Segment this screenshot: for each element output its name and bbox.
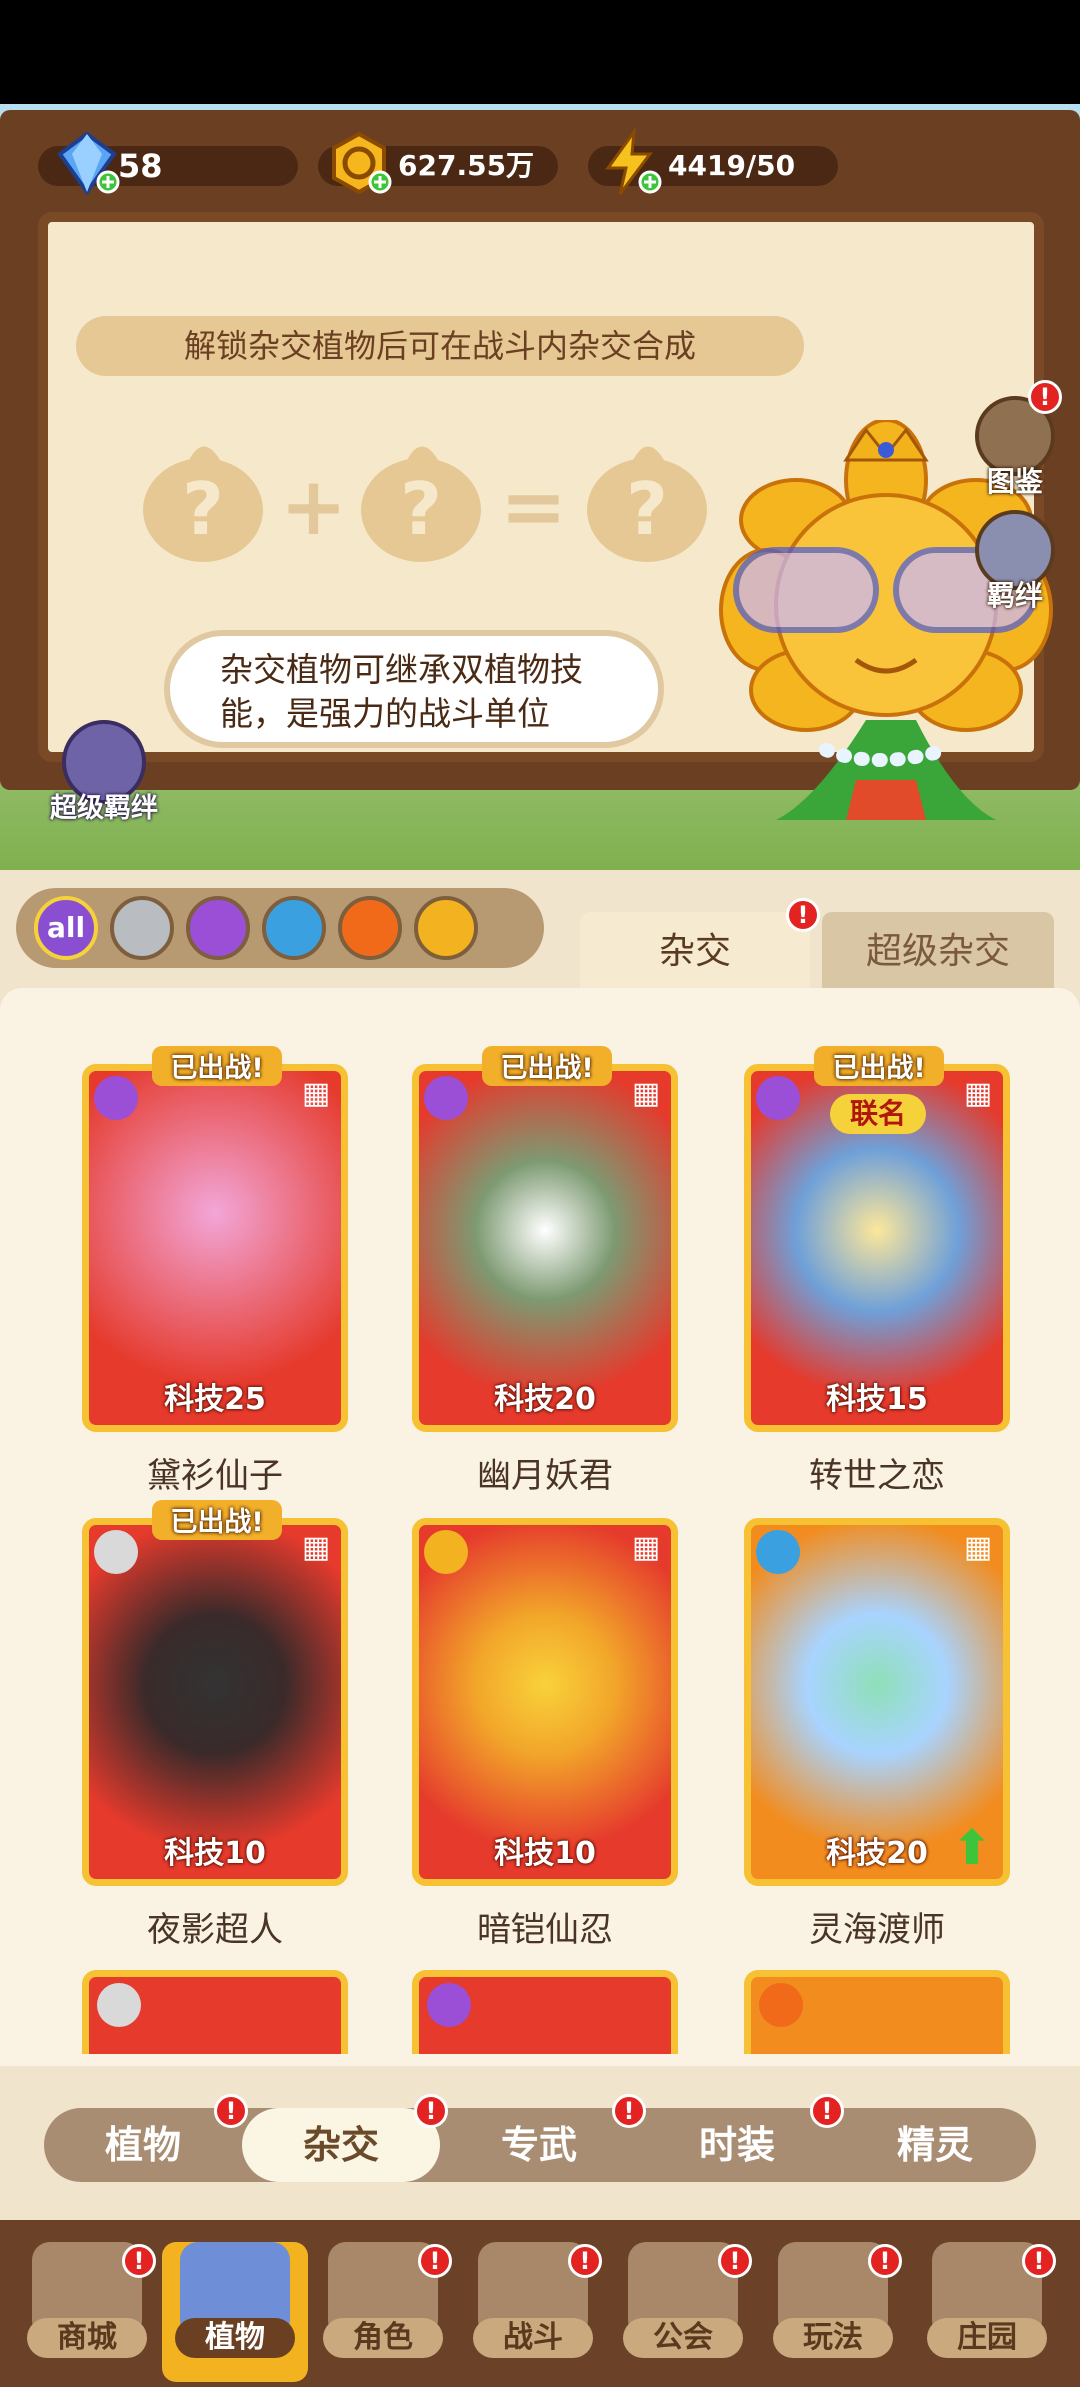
status-bar bbox=[0, 0, 1080, 104]
subnav-costume[interactable]: 时装 bbox=[638, 2108, 836, 2182]
subnav-plants[interactable]: 植物 bbox=[44, 2108, 242, 2182]
plant-card[interactable]: ▦ 科技20 ⬆ bbox=[744, 1518, 1010, 1886]
notification-badge: ! bbox=[1022, 2244, 1056, 2278]
nav-plants[interactable]: 植物 bbox=[162, 2242, 308, 2382]
notification-badge: ! bbox=[568, 2244, 602, 2278]
water-filter-icon[interactable] bbox=[262, 896, 326, 960]
sword-icon bbox=[94, 1530, 138, 1574]
svg-text:?: ? bbox=[182, 467, 224, 551]
plant-card-partial[interactable] bbox=[82, 1970, 348, 2054]
potion-icon bbox=[756, 1076, 800, 1120]
potion-icon bbox=[94, 1076, 138, 1120]
lightning-filter-icon[interactable] bbox=[414, 896, 478, 960]
plant-card-name: 黛衫仙子 bbox=[147, 1456, 283, 1496]
deployed-badge: 已出战! bbox=[152, 1046, 282, 1086]
tech-level: 科技15 bbox=[826, 1382, 928, 1417]
collab-tag: 联名 bbox=[830, 1094, 926, 1134]
upgrade-arrow-icon: ⬆ bbox=[951, 1820, 993, 1876]
sword-filter-icon[interactable] bbox=[110, 896, 174, 960]
notification-badge: ! bbox=[414, 2094, 448, 2128]
tech-level: 科技10 bbox=[494, 1836, 596, 1871]
lightning-icon bbox=[605, 128, 662, 195]
potion-icon bbox=[424, 1076, 468, 1120]
equals-icon: = bbox=[500, 460, 568, 553]
bond-button[interactable]: 羁绊 bbox=[970, 510, 1060, 620]
potion-filter-icon[interactable] bbox=[186, 896, 250, 960]
tab-super-hybrid[interactable]: 超级杂交 bbox=[822, 912, 1054, 992]
subnav-hybrid[interactable]: 杂交 bbox=[242, 2108, 440, 2182]
tab-hybrid[interactable]: 杂交 bbox=[580, 912, 810, 992]
deployed-badge: 已出战! bbox=[152, 1500, 282, 1540]
plant-card-name: 幽月妖君 bbox=[477, 1456, 613, 1496]
plant-card-partial[interactable] bbox=[412, 1970, 678, 2054]
fire-icon bbox=[759, 1983, 803, 2027]
diamond-icon bbox=[57, 131, 120, 196]
plant-card-name: 灵海渡师 bbox=[809, 1910, 945, 1950]
notification-badge: ! bbox=[122, 2244, 156, 2278]
grid-icon: ▦ bbox=[631, 1530, 661, 1565]
deployed-badge: 已出战! bbox=[814, 1046, 944, 1086]
plant-card-name: 暗铠仙忍 bbox=[477, 1910, 613, 1950]
svg-text:?: ? bbox=[400, 467, 442, 551]
grid-icon: ▦ bbox=[963, 1530, 993, 1565]
notification-badge: ! bbox=[612, 2094, 646, 2128]
tech-level: 科技10 bbox=[164, 1836, 266, 1871]
nav-manor[interactable]: 庄园 ! bbox=[914, 2242, 1060, 2382]
grid-icon: ▦ bbox=[631, 1076, 661, 1111]
grid-icon: ▦ bbox=[301, 1530, 331, 1565]
plant-card-name: 夜影超人 bbox=[147, 1910, 283, 1950]
filter-all[interactable]: all bbox=[34, 896, 98, 960]
plant-card[interactable]: ▦ 已出战! 科技20 bbox=[412, 1046, 678, 1432]
notification-badge: ! bbox=[718, 2244, 752, 2278]
grid-icon: ▦ bbox=[963, 1076, 993, 1111]
unlock-hint: 解锁杂交植物后可在战斗内杂交合成 bbox=[76, 316, 804, 376]
subnav-exclusive-weapon[interactable]: 专武 bbox=[440, 2108, 638, 2182]
sub-navigation: 植物 杂交 专武 时装 精灵 bbox=[44, 2108, 1036, 2182]
notification-badge: ! bbox=[418, 2244, 452, 2278]
energy-resource[interactable]: 4419/50 bbox=[588, 128, 848, 200]
notification-badge: ! bbox=[214, 2094, 248, 2128]
gold-coin-icon bbox=[332, 131, 392, 195]
notification-badge: ! bbox=[786, 898, 820, 932]
fire-filter-icon[interactable] bbox=[338, 896, 402, 960]
potion-icon bbox=[427, 1983, 471, 2027]
plus-icon: + bbox=[280, 460, 348, 553]
notification-badge: ! bbox=[868, 2244, 902, 2278]
unknown-plant-icon: ? bbox=[587, 446, 707, 562]
lightning-icon bbox=[424, 1530, 468, 1574]
sword-icon bbox=[97, 1983, 141, 2027]
super-bond-button[interactable]: 超级羁绊 bbox=[34, 720, 174, 830]
subnav-spirit[interactable]: 精灵 bbox=[836, 2108, 1034, 2182]
plant-card-name: 转世之恋 bbox=[809, 1456, 945, 1496]
nav-shop[interactable]: 商城 ! bbox=[14, 2242, 160, 2382]
unknown-plant-icon: ? bbox=[143, 446, 263, 562]
tech-level: 科技20 bbox=[494, 1382, 596, 1417]
gems-resource[interactable]: 58 bbox=[38, 128, 308, 200]
plant-card[interactable]: ▦ 科技10 bbox=[412, 1518, 678, 1886]
water-drop-icon bbox=[756, 1530, 800, 1574]
handbook-button[interactable]: 图鉴 ! bbox=[970, 380, 1062, 506]
svg-text:?: ? bbox=[626, 467, 668, 551]
plant-card[interactable]: ▦ 已出战! 科技10 bbox=[82, 1500, 348, 1886]
resource-bar: 58 627.55万 4419/50 bbox=[18, 128, 1062, 200]
notification-badge: ! bbox=[810, 2094, 844, 2128]
notification-badge: ! bbox=[1028, 380, 1062, 414]
plant-card[interactable]: ▦ 已出战! 联名 科技15 bbox=[744, 1046, 1010, 1432]
hybrid-description-bubble: 杂交植物可继承双植物技能，是强力的战斗单位 bbox=[164, 630, 664, 748]
plant-card-partial[interactable] bbox=[744, 1970, 1010, 2054]
element-filter-bar: all bbox=[16, 888, 544, 968]
nav-battle[interactable]: 战斗 ! bbox=[460, 2242, 606, 2382]
nav-characters[interactable]: 角色 ! bbox=[310, 2242, 456, 2382]
tech-level: 科技25 bbox=[164, 1382, 266, 1417]
plant-card[interactable]: ▦ 已出战! 科技25 bbox=[82, 1046, 348, 1432]
grid-icon: ▦ bbox=[301, 1076, 331, 1111]
deployed-badge: 已出战! bbox=[482, 1046, 612, 1086]
unknown-plant-icon: ? bbox=[361, 446, 481, 562]
nav-guild[interactable]: 公会 ! bbox=[610, 2242, 756, 2382]
gold-resource[interactable]: 627.55万 bbox=[318, 128, 568, 200]
nav-gameplay[interactable]: 玩法 ! bbox=[760, 2242, 906, 2382]
